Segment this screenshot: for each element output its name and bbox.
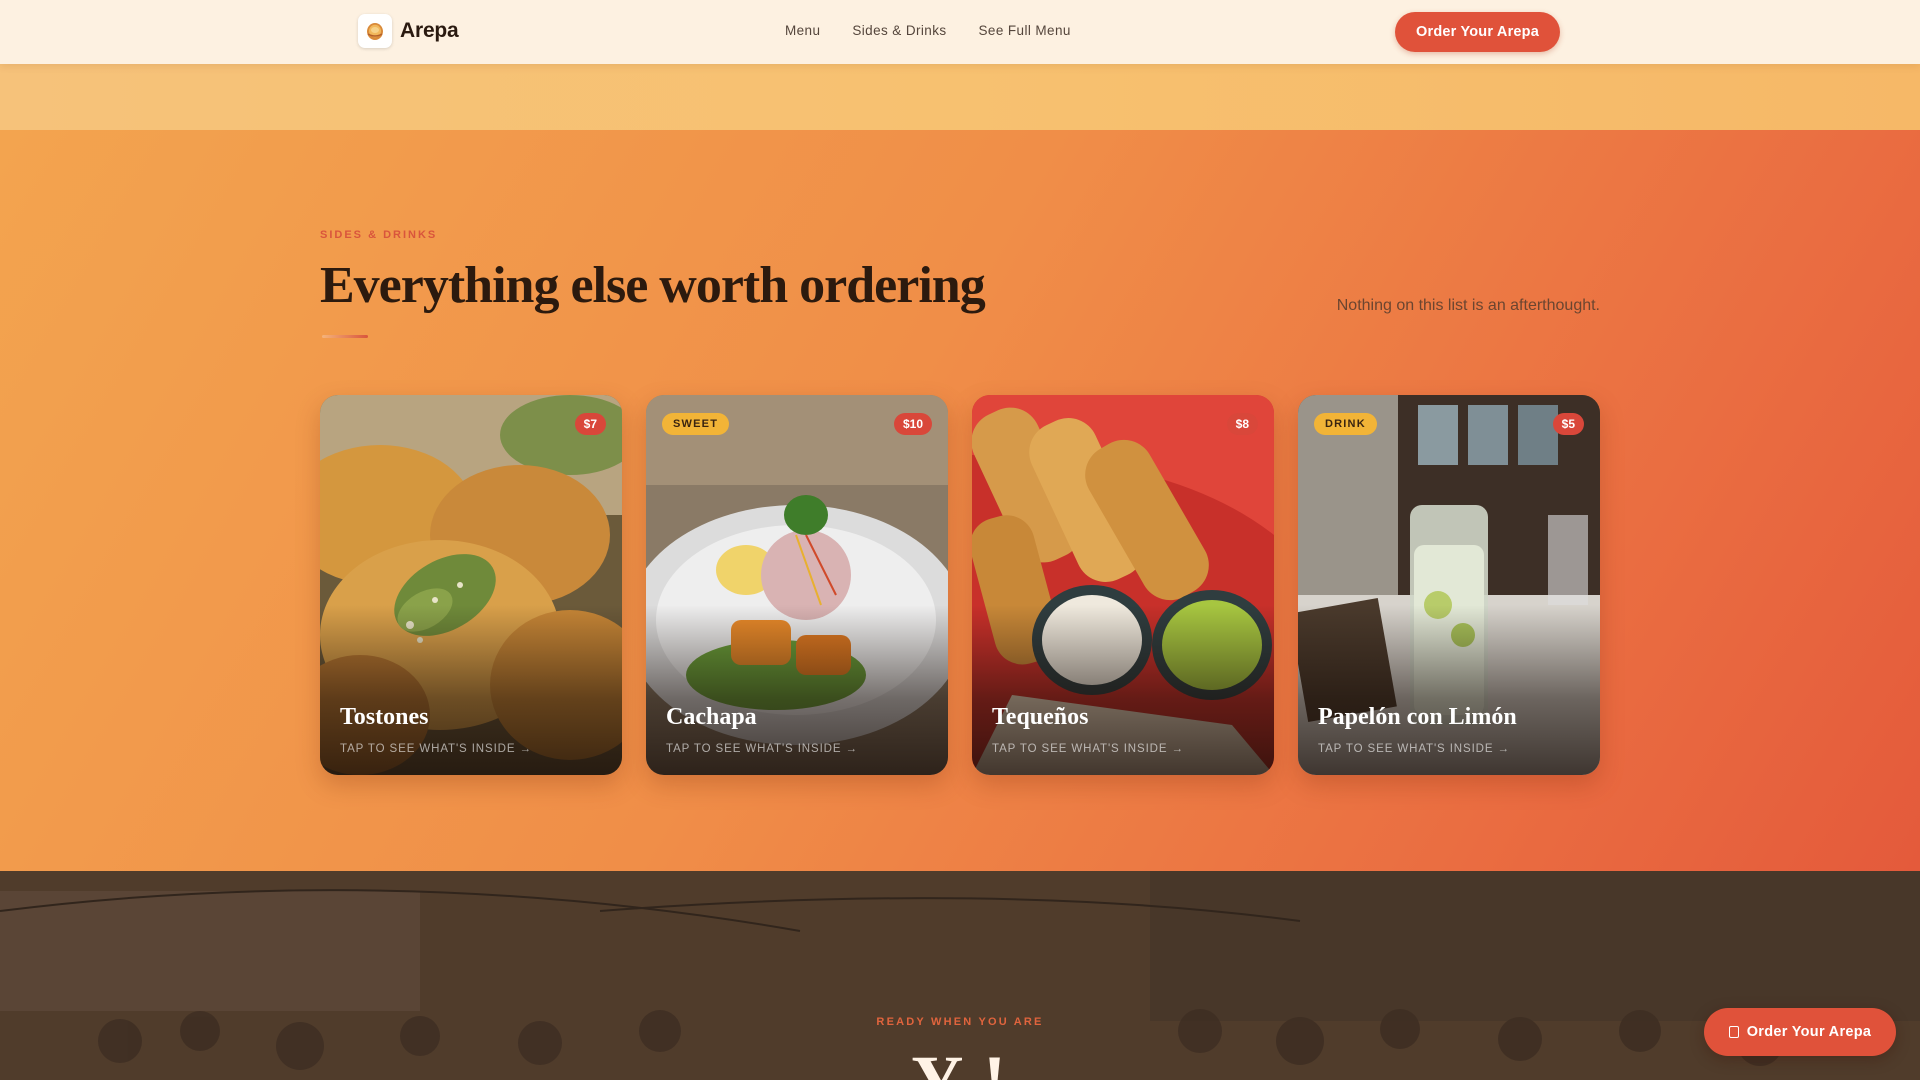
- card-title: Cachapa: [666, 704, 757, 730]
- card-title: Tequeños: [992, 704, 1089, 730]
- brand-name: Arepa: [400, 19, 459, 42]
- section-eyebrow: SIDES & DRINKS: [320, 229, 438, 241]
- section-title: Everything else worth ordering: [320, 257, 986, 314]
- brand-logo[interactable]: Arepa: [358, 14, 459, 48]
- main-nav: Menu Sides & Drinks See Full Menu: [785, 23, 1071, 38]
- header-order-button[interactable]: Order Your Arepa: [1395, 12, 1560, 52]
- nav-menu-link[interactable]: Menu: [785, 23, 820, 38]
- menu-card-cachapa[interactable]: SWEET $10 Cachapa TAP TO SEE WHAT'S INSI…: [646, 395, 948, 775]
- cta-eyebrow: READY WHEN YOU ARE: [876, 1016, 1044, 1028]
- price-badge: $5: [1552, 413, 1584, 435]
- site-header: Arepa Menu Sides & Drinks See Full Menu …: [0, 0, 1920, 64]
- hero-bottom-band: [0, 64, 1920, 130]
- cta-heading: Y !: [0, 1040, 1920, 1080]
- bag-icon: [1728, 1026, 1739, 1038]
- floating-order-label: Order Your Arepa: [1746, 1024, 1872, 1040]
- price-badge: $8: [1226, 413, 1258, 435]
- card-title: Papelón con Limón: [1318, 704, 1517, 730]
- category-tag-drink: DRINK: [1314, 413, 1377, 435]
- category-tag-sweet: SWEET: [662, 413, 730, 435]
- title-underline: [322, 335, 368, 338]
- card-title: Tostones: [340, 704, 429, 730]
- menu-card-tequenos[interactable]: $8 Tequeños TAP TO SEE WHAT'S INSIDE →: [972, 395, 1274, 775]
- menu-cards: $7 Tostones TAP TO SEE WHAT'S INSIDE → S…: [320, 395, 1600, 775]
- menu-card-papelon[interactable]: DRINK $5 Papelón con Limón TAP TO SEE WH…: [1298, 395, 1600, 775]
- nav-full-menu-link[interactable]: See Full Menu: [979, 23, 1071, 38]
- card-hint: TAP TO SEE WHAT'S INSIDE →: [666, 743, 858, 755]
- price-badge: $10: [893, 413, 932, 435]
- card-hint: TAP TO SEE WHAT'S INSIDE →: [1318, 743, 1510, 755]
- card-hint: TAP TO SEE WHAT'S INSIDE →: [340, 743, 532, 755]
- nav-sides-drinks-link[interactable]: Sides & Drinks: [852, 23, 946, 38]
- menu-card-tostones[interactable]: $7 Tostones TAP TO SEE WHAT'S INSIDE →: [320, 395, 622, 775]
- arepa-logo-icon: [358, 14, 392, 48]
- price-badge: $7: [574, 413, 606, 435]
- card-hint: TAP TO SEE WHAT'S INSIDE →: [992, 743, 1184, 755]
- section-tagline: Nothing on this list is an afterthought.: [1336, 297, 1600, 314]
- floating-order-button[interactable]: Order Your Arepa: [1704, 1008, 1896, 1056]
